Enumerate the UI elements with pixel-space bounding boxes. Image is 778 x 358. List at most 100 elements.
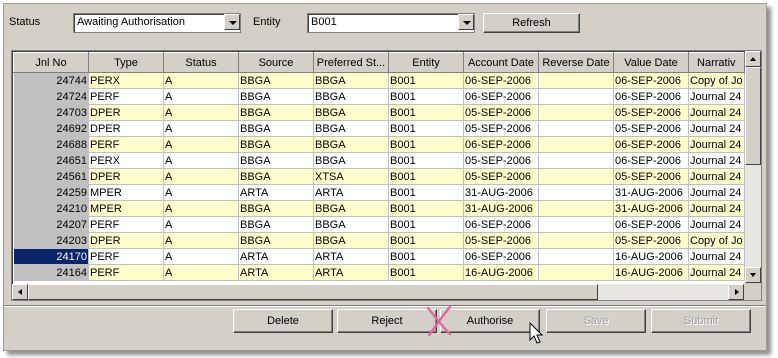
table-cell[interactable]: BBGA <box>238 200 314 217</box>
table-row[interactable]: 24651 PERX A BBGA BBGA B001 05-SEP-2006 06-SEP-… <box>13 152 745 169</box>
table-cell[interactable]: 16-AUG-2006 <box>463 264 539 281</box>
table-cell[interactable] <box>538 152 614 169</box>
table-cell[interactable]: DPER <box>88 104 164 121</box>
table-cell[interactable]: PERF <box>88 264 164 281</box>
table-cell[interactable]: 16-AUG-2006 <box>613 264 689 281</box>
table-cell[interactable]: 06-SEP-2006 <box>463 216 539 233</box>
table-cell[interactable]: Journal 24 <box>688 88 745 105</box>
table-cell[interactable]: 06-SEP-2006 <box>613 216 689 233</box>
table-cell[interactable]: B001 <box>388 136 464 153</box>
table-row[interactable]: 24688 PERF A BBGA BBGA B001 06-SEP-2006 06-SEP-… <box>13 136 745 153</box>
column-header[interactable]: Status <box>163 52 239 73</box>
table-cell[interactable] <box>538 264 614 281</box>
table-cell[interactable]: B001 <box>388 168 464 185</box>
journal-number-cell[interactable]: 24651 <box>13 152 89 169</box>
table-cell[interactable]: Copy of Jo <box>688 232 745 249</box>
column-header[interactable]: Jnl No <box>13 52 89 73</box>
table-cell[interactable]: Journal 24 <box>688 136 745 153</box>
column-header[interactable]: Preferred St... <box>313 52 389 73</box>
table-cell[interactable]: ARTA <box>313 248 389 265</box>
table-cell[interactable] <box>538 104 614 121</box>
table-cell[interactable]: B001 <box>388 216 464 233</box>
table-cell[interactable]: 05-SEP-2006 <box>463 168 539 185</box>
status-dropdown[interactable]: Awaiting Authorisation <box>73 13 241 33</box>
column-header[interactable]: Entity <box>388 52 464 73</box>
table-cell[interactable]: BBGA <box>238 104 314 121</box>
column-header[interactable]: Type <box>88 52 164 73</box>
vertical-scroll-thumb[interactable] <box>745 67 761 165</box>
table-cell[interactable]: A <box>163 88 239 105</box>
table-cell[interactable]: A <box>163 136 239 153</box>
table-cell[interactable]: A <box>163 104 239 121</box>
table-cell[interactable]: BBGA <box>313 88 389 105</box>
table-cell[interactable]: 05-SEP-2006 <box>613 104 689 121</box>
journal-number-cell[interactable]: 24744 <box>13 72 89 89</box>
table-cell[interactable]: Journal 24 <box>688 152 745 169</box>
table-cell[interactable]: Journal 24 <box>688 264 745 281</box>
table-cell[interactable]: 06-SEP-2006 <box>613 152 689 169</box>
journal-number-cell[interactable]: 24210 <box>13 200 89 217</box>
table-cell[interactable]: PERF <box>88 88 164 105</box>
table-row[interactable]: 24203 DPER A BBGA BBGA B001 05-SEP-2006 05-SEP-… <box>13 232 745 249</box>
table-cell[interactable]: 06-SEP-2006 <box>463 248 539 265</box>
journal-number-cell[interactable]: 24203 <box>13 232 89 249</box>
journal-number-cell[interactable]: 24561 <box>13 168 89 185</box>
journal-number-cell[interactable]: 24164 <box>13 264 89 281</box>
column-header[interactable]: Account Date <box>463 52 539 73</box>
journal-number-cell[interactable]: 24688 <box>13 136 89 153</box>
table-cell[interactable]: A <box>163 264 239 281</box>
table-cell[interactable]: B001 <box>388 200 464 217</box>
table-cell[interactable]: BBGA <box>238 88 314 105</box>
table-cell[interactable]: 16-AUG-2006 <box>613 248 689 265</box>
table-cell[interactable]: A <box>163 184 239 201</box>
delete-button[interactable]: Delete <box>233 309 333 333</box>
table-cell[interactable]: 05-SEP-2006 <box>463 152 539 169</box>
table-cell[interactable]: BBGA <box>238 136 314 153</box>
table-cell[interactable]: BBGA <box>238 168 314 185</box>
table-cell[interactable]: PERF <box>88 216 164 233</box>
table-cell[interactable]: MPER <box>88 184 164 201</box>
column-header[interactable]: Reverse Date <box>538 52 614 73</box>
table-cell[interactable]: PERX <box>88 72 164 89</box>
table-cell[interactable]: BBGA <box>238 152 314 169</box>
table-row[interactable]: 24744 PERX A BBGA BBGA B001 06-SEP-2006 06-SEP-… <box>13 72 745 89</box>
table-cell[interactable]: B001 <box>388 120 464 137</box>
scroll-right-icon[interactable] <box>728 284 744 300</box>
table-cell[interactable]: 06-SEP-2006 <box>613 136 689 153</box>
scroll-left-icon[interactable] <box>12 284 28 300</box>
table-cell[interactable]: Journal 24 <box>688 200 745 217</box>
table-row[interactable]: 24170 PERF A ARTA ARTA B001 06-SEP-2006 16-AUG-… <box>13 248 745 265</box>
column-header[interactable]: Value Date <box>613 52 689 73</box>
table-cell[interactable] <box>538 88 614 105</box>
authorise-button[interactable]: Authorise <box>440 309 540 333</box>
table-row[interactable]: 24692 DPER A BBGA BBGA B001 05-SEP-2006 05-SEP-… <box>13 120 745 137</box>
table-cell[interactable]: DPER <box>88 168 164 185</box>
scroll-up-icon[interactable] <box>745 51 761 67</box>
table-cell[interactable] <box>538 232 614 249</box>
journal-number-cell[interactable]: 24692 <box>13 120 89 137</box>
table-cell[interactable]: B001 <box>388 72 464 89</box>
table-cell[interactable] <box>538 120 614 137</box>
table-row[interactable]: 24164 PERF A ARTA ARTA B001 16-AUG-2006 16-AUG-… <box>13 264 745 281</box>
table-cell[interactable]: BBGA <box>313 120 389 137</box>
table-cell[interactable]: 06-SEP-2006 <box>463 72 539 89</box>
journal-number-cell[interactable]: 24724 <box>13 88 89 105</box>
table-cell[interactable]: Journal 24 <box>688 104 745 121</box>
table-cell[interactable]: BBGA <box>238 72 314 89</box>
table-cell[interactable]: PERF <box>88 136 164 153</box>
table-cell[interactable]: B001 <box>388 88 464 105</box>
table-cell[interactable]: ARTA <box>238 264 314 281</box>
reject-button[interactable]: Reject <box>337 309 437 333</box>
table-cell[interactable]: 05-SEP-2006 <box>463 104 539 121</box>
table-cell[interactable]: A <box>163 232 239 249</box>
save-button[interactable]: Save <box>546 309 646 333</box>
table-cell[interactable]: MPER <box>88 200 164 217</box>
table-cell[interactable]: BBGA <box>313 232 389 249</box>
table-cell[interactable]: 06-SEP-2006 <box>613 88 689 105</box>
journal-number-cell[interactable]: 24259 <box>13 184 89 201</box>
table-cell[interactable]: BBGA <box>313 104 389 121</box>
table-cell[interactable]: 31-AUG-2006 <box>613 184 689 201</box>
journal-number-cell[interactable]: 24207 <box>13 216 89 233</box>
table-cell[interactable]: ARTA <box>238 184 314 201</box>
table-cell[interactable]: A <box>163 216 239 233</box>
